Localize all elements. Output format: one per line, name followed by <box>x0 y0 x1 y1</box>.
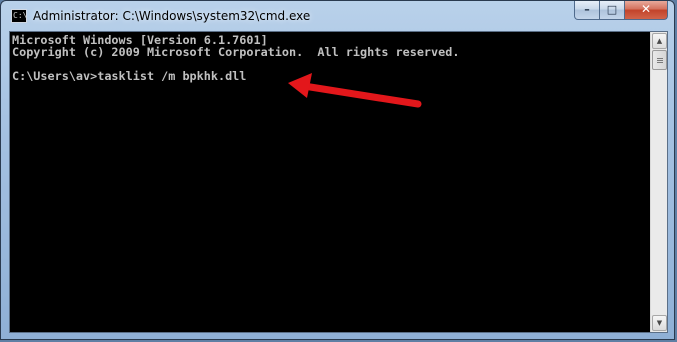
grip-line <box>657 60 663 61</box>
scroll-thumb[interactable] <box>652 50 667 70</box>
minimize-button[interactable]: – <box>574 1 600 20</box>
window-title: Administrator: C:\Windows\system32\cmd.e… <box>33 9 311 23</box>
grip-line <box>657 58 663 59</box>
scroll-up-button[interactable]: ▲ <box>652 33 667 49</box>
cmd-icon[interactable]: C:\ <box>11 9 27 23</box>
console-line-command: C:\Users\av>tasklist /m bpkhk.dll <box>12 69 247 83</box>
window-controls: – □ ✕ <box>574 1 668 21</box>
cmd-window: C:\ Administrator: C:\Windows\system32\c… <box>0 0 675 340</box>
scroll-down-button[interactable]: ▼ <box>652 315 667 331</box>
grip-line <box>657 62 663 63</box>
console-client-area: Microsoft Windows [Version 6.1.7601] Cop… <box>9 31 668 333</box>
close-button[interactable]: ✕ <box>625 1 668 20</box>
console-output[interactable]: Microsoft Windows [Version 6.1.7601] Cop… <box>10 32 651 332</box>
console-line-copyright: Copyright (c) 2009 Microsoft Corporation… <box>12 45 460 59</box>
vertical-scrollbar[interactable]: ▲ ▼ <box>650 32 667 332</box>
title-bar[interactable]: C:\ Administrator: C:\Windows\system32\c… <box>1 1 674 31</box>
maximize-button[interactable]: □ <box>600 1 625 20</box>
